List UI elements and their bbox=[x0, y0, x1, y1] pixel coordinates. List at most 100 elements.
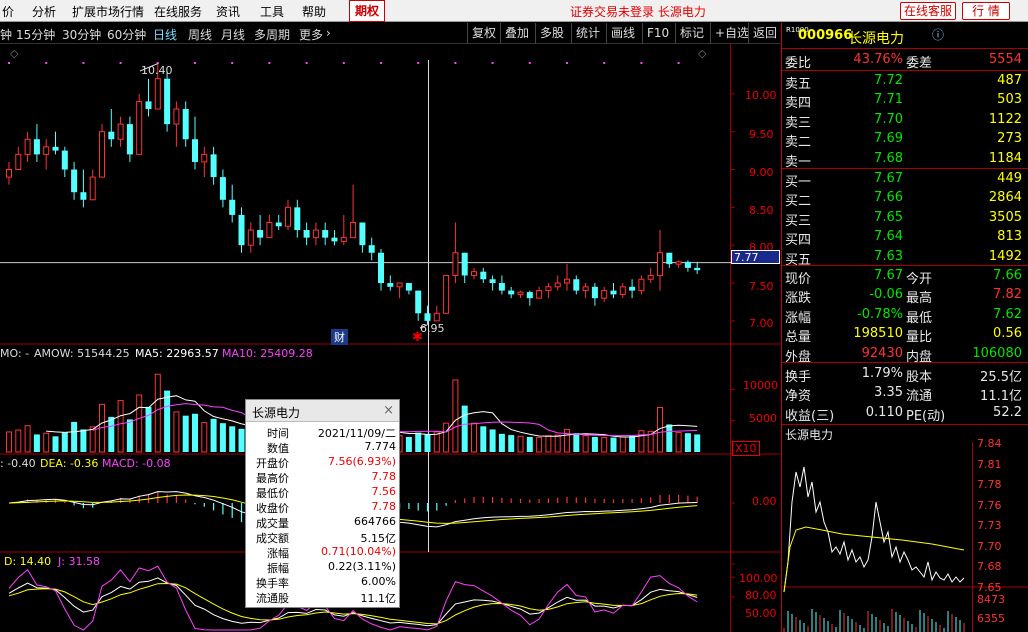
candle-body bbox=[582, 286, 589, 292]
candle-body bbox=[675, 261, 682, 265]
candle-body bbox=[52, 146, 59, 151]
volume-axis-label: 10000 bbox=[743, 379, 778, 392]
candle-body bbox=[136, 100, 143, 155]
volume-bar bbox=[71, 421, 78, 452]
volume-bar bbox=[564, 428, 570, 453]
toolbar-fuquan[interactable]: 复权 bbox=[467, 23, 500, 44]
ask-volume: 1184 bbox=[988, 150, 1022, 166]
data-tooltip-window[interactable]: 长源电力 × 时间 2021/11/09/二 数值 7.774 开盘价 7.56(6.93%… bbox=[245, 399, 400, 608]
period-monthly[interactable]: 月线 bbox=[221, 26, 245, 43]
candle-body bbox=[71, 169, 78, 193]
period-60min[interactable]: 60分钟 bbox=[107, 26, 146, 43]
online-support-button[interactable]: 在线客服 bbox=[900, 2, 956, 20]
ask-volume: 503 bbox=[997, 92, 1022, 108]
volume-bar bbox=[489, 429, 496, 452]
diamond-icon[interactable]: ◇ bbox=[698, 47, 706, 60]
volume-axis-label: 5000 bbox=[749, 412, 777, 425]
stat-label: 最高 bbox=[906, 291, 933, 307]
candle-body bbox=[331, 237, 338, 242]
kdj-axis-label: 100.00 bbox=[739, 572, 778, 585]
price-axis-label: 10.00 bbox=[745, 89, 777, 102]
stat-label: 收益(三) bbox=[785, 408, 835, 424]
toolbar-back[interactable]: 返回 bbox=[748, 23, 781, 44]
volume-bar bbox=[192, 413, 198, 452]
divider bbox=[782, 168, 1028, 169]
toolbar-overlay[interactable]: 叠加 bbox=[500, 23, 533, 44]
diamond-icon[interactable]: ◇ bbox=[10, 47, 18, 60]
candle-body bbox=[443, 274, 450, 314]
mini-axis-label: 7.68 bbox=[977, 560, 1002, 573]
period-min[interactable]: 钟 bbox=[0, 26, 12, 43]
period-multi[interactable]: 多周期 bbox=[254, 26, 290, 43]
toolbar-mark[interactable]: 标记 bbox=[675, 23, 708, 44]
chart-toolbar: 钟 15分钟 30分钟 60分钟 日线 周线 月线 多周期 更多 › 复权 叠加… bbox=[0, 23, 780, 44]
quote-button[interactable]: 行 情 bbox=[962, 2, 1010, 20]
volume-bar bbox=[173, 411, 180, 453]
candle-body bbox=[368, 245, 375, 253]
toolbar-add-watch[interactable]: +自选 bbox=[710, 23, 753, 44]
close-icon[interactable]: × bbox=[383, 403, 394, 418]
chevron-right-icon[interactable]: › bbox=[326, 26, 331, 40]
event-dot bbox=[231, 62, 234, 64]
toolbar-multi-stock[interactable]: 多股 bbox=[535, 23, 568, 44]
price-axis-label: 9.00 bbox=[749, 166, 774, 179]
weibi-label: 委比 bbox=[785, 56, 812, 71]
popup-key: 振幅 bbox=[267, 562, 289, 575]
popup-key: 时间 bbox=[267, 427, 289, 440]
period-weekly[interactable]: 周线 bbox=[188, 26, 212, 43]
popup-row: 涨幅 0.71(10.04%) bbox=[246, 545, 401, 560]
bid-volume: 813 bbox=[997, 229, 1022, 245]
toolbar-draw[interactable]: 画线 bbox=[606, 23, 639, 44]
candle-body bbox=[303, 230, 310, 238]
candle-body bbox=[164, 78, 171, 125]
divider bbox=[782, 362, 1028, 363]
stat-value: 7.66 bbox=[993, 268, 1022, 283]
options-button[interactable]: 期权 bbox=[349, 0, 385, 22]
ask-level-label: 卖五 bbox=[785, 77, 812, 92]
info-star-icon[interactable]: ✱ bbox=[412, 330, 423, 345]
candle-body bbox=[517, 291, 524, 295]
stat-label: PE(动) bbox=[906, 408, 946, 424]
bid-volume: 1492 bbox=[988, 248, 1022, 264]
toolbar-f10[interactable]: F10 bbox=[642, 23, 673, 44]
info-icon[interactable]: ⓘ bbox=[932, 26, 944, 43]
bid-row: 买一 7.67 449 bbox=[782, 170, 1028, 190]
bid-volume: 3505 bbox=[988, 209, 1022, 225]
menu-price[interactable]: 价 bbox=[2, 3, 14, 20]
bid-row: 买二 7.66 2864 bbox=[782, 189, 1028, 209]
mini-price-line bbox=[783, 466, 965, 593]
period-daily[interactable]: 日线 bbox=[153, 26, 177, 43]
menu-help[interactable]: 帮助 bbox=[302, 3, 326, 20]
menu-ext-market[interactable]: 扩展市场行情 bbox=[72, 3, 144, 20]
popup-key: 成交额 bbox=[256, 532, 289, 545]
volume-bar bbox=[517, 435, 524, 453]
candle-body bbox=[238, 214, 245, 246]
finance-marker[interactable]: 财 bbox=[331, 329, 348, 345]
macd-value-label: MACD: -0.08 bbox=[102, 457, 171, 470]
period-more[interactable]: 更多 bbox=[299, 26, 323, 43]
volume-bar bbox=[24, 425, 31, 453]
popup-value: 7.56 bbox=[371, 485, 397, 498]
period-30min[interactable]: 30分钟 bbox=[62, 26, 101, 43]
menu-tools[interactable]: 工具 bbox=[260, 3, 284, 20]
popup-key: 数值 bbox=[267, 442, 289, 455]
event-dot bbox=[491, 62, 494, 64]
menu-analysis[interactable]: 分析 bbox=[32, 3, 56, 20]
menu-news[interactable]: 资讯 bbox=[216, 3, 240, 20]
ask-level-label: 卖二 bbox=[785, 135, 812, 151]
ask-level-label: 卖四 bbox=[785, 96, 812, 112]
candle-body bbox=[312, 229, 319, 239]
ask-price: 7.72 bbox=[874, 73, 903, 88]
ask-row: 卖三 7.70 1122 bbox=[782, 111, 1028, 131]
stat-label: 净资 bbox=[785, 389, 812, 405]
candle-body bbox=[201, 153, 208, 163]
period-15min[interactable]: 15分钟 bbox=[16, 26, 55, 43]
candle-body bbox=[489, 279, 496, 284]
popup-row: 成交量 664766 bbox=[246, 515, 401, 530]
ask-volume: 487 bbox=[997, 73, 1022, 88]
toolbar-stats[interactable]: 统计 bbox=[571, 23, 604, 44]
candle-body bbox=[61, 150, 68, 170]
stat-label: 换手 bbox=[785, 370, 812, 385]
menu-online-service[interactable]: 在线服务 bbox=[154, 3, 202, 20]
candle-body bbox=[6, 169, 12, 178]
